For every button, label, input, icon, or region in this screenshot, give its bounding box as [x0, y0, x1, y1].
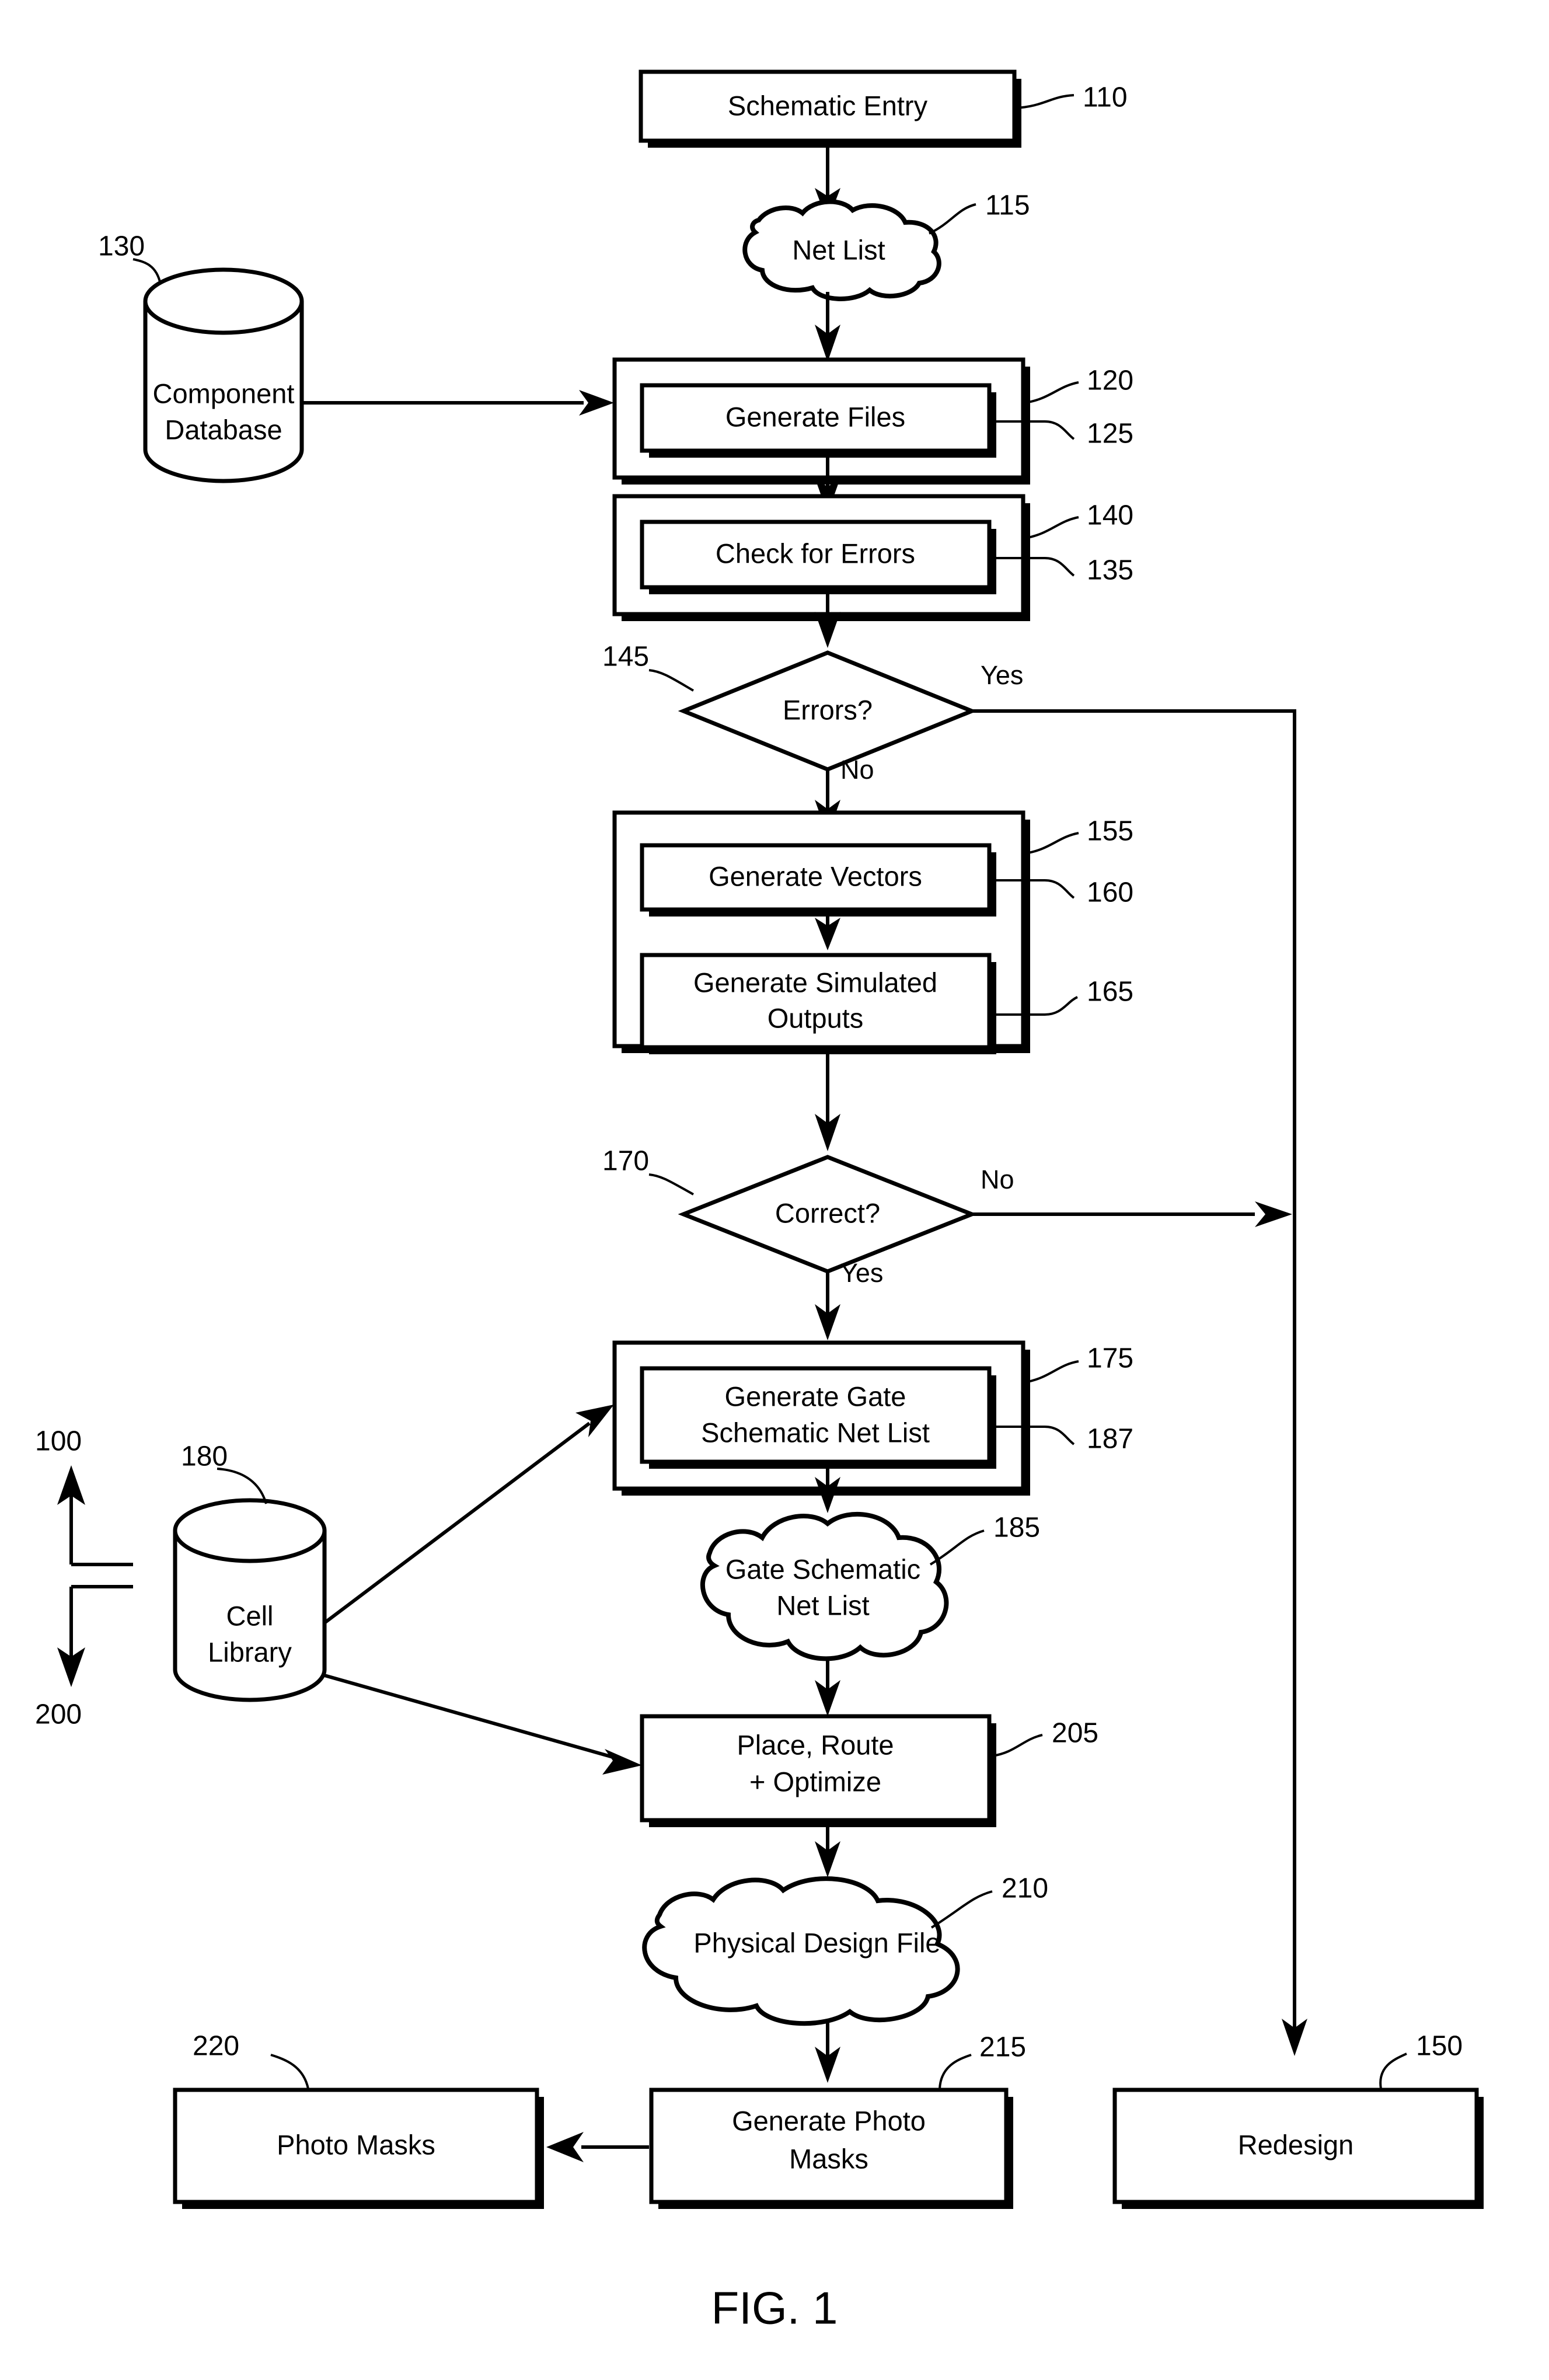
node-gate-netlist-group[interactable]: Generate Gate Schematic Net List [612, 1340, 1030, 1496]
arrow-cell-library-to-gate-netlist [323, 1405, 614, 1625]
errors-yes-label: Yes [981, 660, 1023, 690]
component-database-label-line2: Database [165, 414, 282, 445]
ref-210: 210 [1002, 1873, 1048, 1904]
ref-165: 165 [1087, 977, 1133, 1008]
node-physical-design-file[interactable]: Physical Design File [642, 1876, 960, 2026]
leader-145: 145 [602, 642, 695, 692]
generate-photo-masks-label-line2: Masks [789, 2143, 868, 2174]
arrow-generate-photo-masks-to-photo-masks [546, 2132, 649, 2162]
leader-205: 205 [992, 1718, 1098, 1757]
leader-110: 110 [1015, 82, 1128, 113]
node-gate-schematic-net-list[interactable]: Gate Schematic Net List [700, 1511, 949, 1661]
arrow-cell-library-to-place-route [324, 1674, 642, 1775]
node-photo-masks[interactable]: Photo Masks [173, 2088, 544, 2209]
node-simulation-group[interactable]: Generate Vectors Generate Simulated Outp… [612, 810, 1030, 1054]
leader-215: 215 [939, 2032, 1026, 2089]
arrow-simulation-to-correct-decision [815, 1047, 840, 1151]
generate-files-label: Generate Files [725, 401, 905, 432]
leader-115: 115 [929, 190, 1030, 235]
correct-decision-label: Correct? [775, 1197, 880, 1228]
node-net-list[interactable]: Net List [742, 199, 941, 301]
ref-180: 180 [181, 1441, 228, 1472]
ref-145: 145 [602, 642, 649, 672]
node-generate-simulated-outputs[interactable]: Generate Simulated Outputs [640, 953, 996, 1054]
ref-110: 110 [1083, 82, 1128, 113]
ref-160: 160 [1087, 877, 1133, 908]
gate-schematic-net-list-label-line1: Gate Schematic [725, 1553, 920, 1584]
generate-gate-netlist-label-line2: Schematic Net List [701, 1417, 930, 1448]
node-errors-decision[interactable]: Errors? [678, 650, 978, 772]
ref-175: 175 [1087, 1343, 1133, 1374]
gate-schematic-net-list-label-line2: Net List [776, 1590, 869, 1621]
figure-caption: FIG. 1 [711, 2283, 838, 2334]
ref-155: 155 [1087, 816, 1133, 847]
leader-185: 185 [929, 1513, 1040, 1566]
correct-yes-label: Yes [840, 1258, 883, 1288]
leader-170: 170 [602, 1146, 694, 1196]
leader-210: 210 [930, 1873, 1048, 1929]
ref-140: 140 [1087, 500, 1133, 531]
place-route-label-line1: Place, Route [737, 1729, 894, 1760]
arrow-physical-design-to-generate-photo-masks [815, 2021, 840, 2083]
arrow-database-to-generate-files [303, 390, 614, 416]
generate-simulated-outputs-label-line2: Outputs [767, 1002, 864, 1033]
errors-no-label: No [840, 755, 874, 785]
ref-130: 130 [98, 231, 145, 262]
ref-125: 125 [1087, 419, 1133, 449]
leader-150: 150 [1379, 2031, 1463, 2089]
generate-gate-netlist-label-line1: Generate Gate [725, 1381, 906, 1412]
place-route-label-line2: + Optimize [749, 1766, 881, 1797]
net-list-label: Net List [792, 234, 885, 265]
ref-135: 135 [1087, 555, 1133, 586]
ref-150: 150 [1416, 2031, 1463, 2062]
flowchart-canvas: Schematic Entry 110 Net List 115 Compone… [35, 69, 1484, 2334]
node-schematic-entry[interactable]: Schematic Entry [639, 69, 1021, 148]
leader-180: 180 [181, 1441, 267, 1504]
leader-130: 130 [98, 231, 162, 285]
node-generate-photo-masks[interactable]: Generate Photo Masks [649, 2088, 1013, 2209]
generate-simulated-outputs-label-line1: Generate Simulated [693, 967, 937, 998]
arrow-place-route-to-physical-design [815, 1820, 840, 1877]
schematic-entry-label: Schematic Entry [728, 90, 928, 121]
errors-decision-label: Errors? [783, 694, 873, 725]
physical-design-file-label: Physical Design File [693, 1927, 940, 1958]
ref-187: 187 [1087, 1424, 1133, 1455]
leader-155: 155 [1024, 816, 1133, 855]
ref-170: 170 [602, 1146, 649, 1177]
scope-brace-marker: 100 200 [35, 1426, 133, 1730]
arrow-cloud-to-place-route [815, 1658, 840, 1716]
branch-correct-no: No [972, 1165, 1292, 1227]
node-correct-decision[interactable]: Correct? [678, 1155, 978, 1274]
node-generate-vectors[interactable]: Generate Vectors [640, 843, 996, 917]
leader-120: 120 [1024, 365, 1133, 404]
node-cell-library[interactable]: Cell Library [173, 1498, 327, 1702]
scope-marker-lower: 200 [35, 1699, 82, 1730]
node-generate-files-group[interactable]: Generate Files [612, 357, 1030, 485]
photo-masks-label: Photo Masks [277, 2129, 435, 2160]
figure-page: Schematic Entry 110 Net List 115 Compone… [0, 0, 1549, 2380]
cell-library-label-line1: Cell [226, 1600, 274, 1631]
correct-no-label: No [981, 1165, 1014, 1194]
node-component-database[interactable]: Component Database [143, 267, 304, 483]
ref-120: 120 [1087, 365, 1133, 396]
ref-115: 115 [985, 190, 1030, 221]
leader-140: 140 [1024, 500, 1133, 539]
ref-220: 220 [193, 2031, 239, 2062]
node-check-errors-group[interactable]: Check for Errors [612, 494, 1030, 621]
ref-205: 205 [1052, 1718, 1098, 1749]
ref-185: 185 [993, 1513, 1040, 1543]
cell-library-label-line2: Library [208, 1636, 292, 1667]
leader-220: 220 [193, 2031, 309, 2089]
generate-vectors-label: Generate Vectors [709, 860, 922, 891]
redesign-label: Redesign [1238, 2129, 1354, 2160]
node-redesign[interactable]: Redesign [1112, 2088, 1484, 2209]
leader-175: 175 [1024, 1343, 1133, 1384]
scope-marker-upper: 100 [35, 1426, 82, 1457]
ref-215: 215 [979, 2032, 1026, 2063]
component-database-label-line1: Component [153, 378, 295, 409]
generate-photo-masks-label-line1: Generate Photo [732, 2105, 926, 2136]
node-place-route-optimize[interactable]: Place, Route + Optimize [640, 1714, 996, 1827]
arrow-netlist-to-generate-files [815, 292, 840, 362]
check-errors-label: Check for Errors [716, 538, 915, 569]
